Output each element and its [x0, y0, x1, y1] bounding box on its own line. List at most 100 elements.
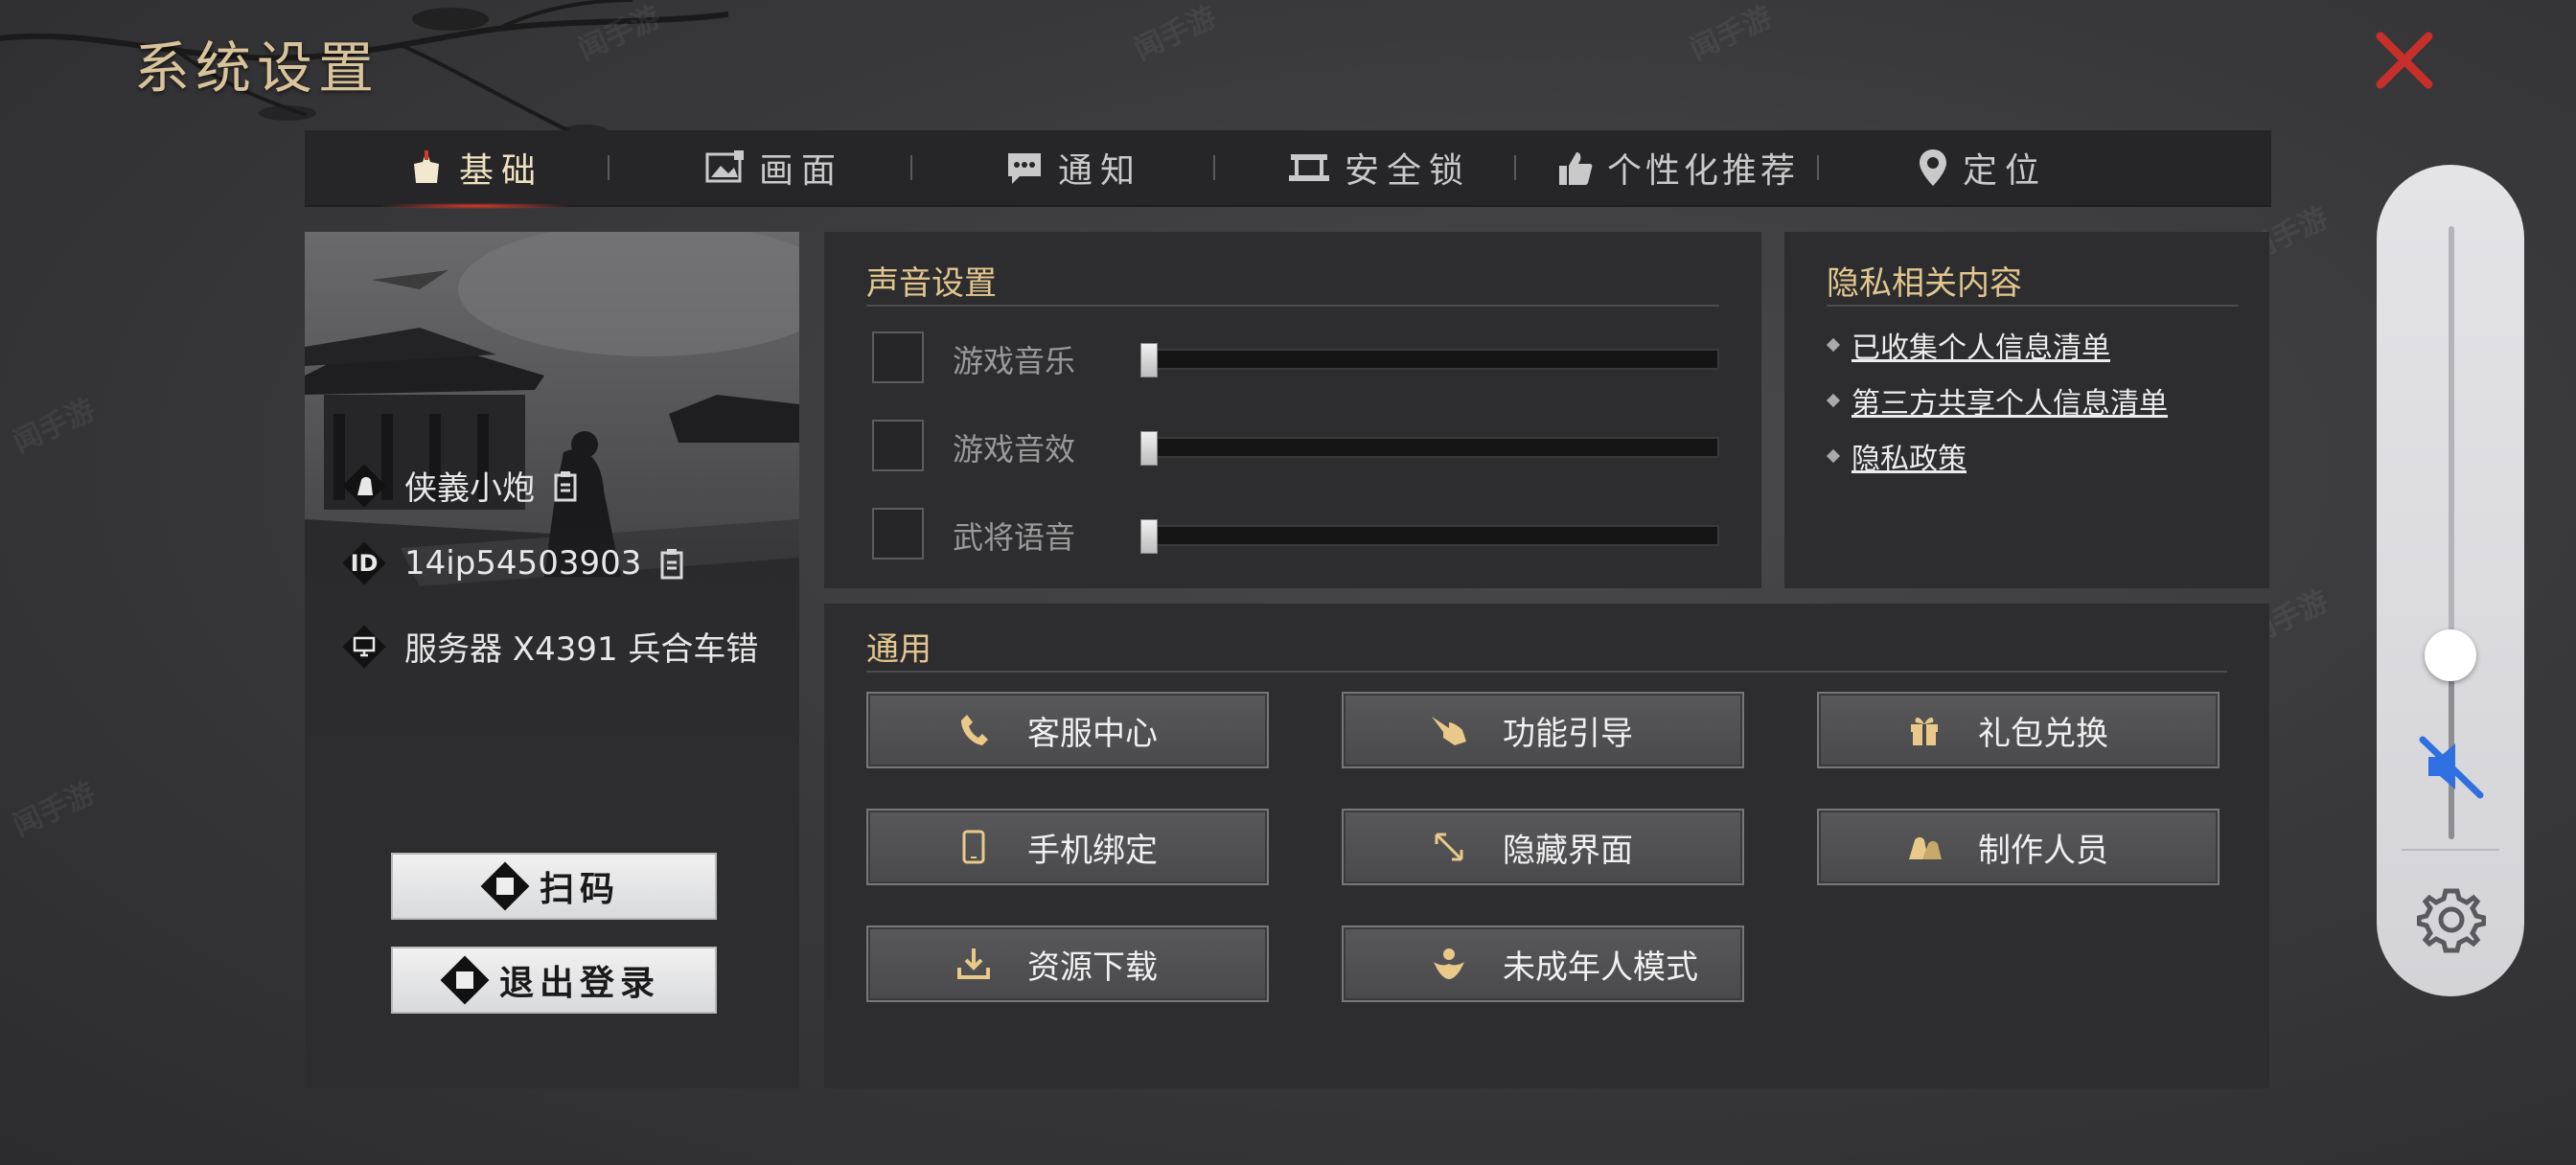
bullet-icon: [1826, 393, 1841, 408]
player-id-row: ID 14ip54503903: [343, 542, 687, 584]
profile-panel: 侠義小炮 ID 14ip54503903 服务器 X4391 兵合车错 扫码 退…: [305, 232, 799, 1088]
tab-label: 基础: [458, 151, 543, 191]
tab-bar: 基础 画面 通知 安全锁 个性化推荐 定位: [305, 130, 2271, 209]
phone-icon: [961, 715, 988, 745]
divider: [2402, 849, 2499, 851]
logout-label: 退出登录: [498, 963, 660, 1003]
gear-icon[interactable]: [2417, 885, 2486, 954]
voice-checkbox[interactable]: [872, 508, 924, 560]
hide-interface-button[interactable]: 隐藏界面: [1342, 809, 1744, 885]
customer-service-button[interactable]: 客服中心: [866, 692, 1269, 768]
logout-button[interactable]: 退出登录: [391, 947, 717, 1014]
voice-label: 武将语音: [953, 519, 1076, 556]
server-row: 服务器 X4391 兵合车错: [343, 623, 758, 670]
button-label: 资源下载: [1027, 948, 1158, 987]
divider: [1827, 305, 2239, 307]
bullet-icon: [1826, 337, 1841, 353]
copy-name-icon[interactable]: [552, 469, 581, 502]
tab-label: 画面: [758, 151, 843, 191]
location-pin-icon: [1919, 149, 1946, 186]
sfx-checkbox[interactable]: [872, 420, 924, 471]
tab-notifications[interactable]: 通知: [968, 130, 1179, 205]
server-name: 服务器 X4391 兵合车错: [404, 630, 759, 669]
slider-thumb[interactable]: [1140, 431, 1158, 466]
tab-location[interactable]: 定位: [1876, 130, 2087, 205]
tab-divider: [1817, 155, 1819, 180]
minor-mode-button[interactable]: 未成年人模式: [1342, 925, 1744, 1002]
tab-label: 安全锁: [1344, 151, 1471, 191]
server-diamond: [343, 626, 385, 668]
resize-arrow-icon: [1435, 833, 1463, 861]
divider: [866, 671, 2227, 673]
thumbs-up-icon: [1558, 152, 1593, 185]
sfx-volume-slider[interactable]: [1140, 431, 1719, 466]
button-label: 礼包兑换: [1978, 714, 2108, 753]
system-volume-panel: [2377, 165, 2524, 996]
gift-redeem-button[interactable]: 礼包兑换: [1817, 692, 2220, 768]
pointing-hand-icon: [1432, 717, 1466, 745]
privacy-panel: 隐私相关内容 已收集个人信息清单 第三方共享个人信息清单 隐私政策: [1784, 232, 2269, 588]
collected-info-link[interactable]: 已收集个人信息清单: [1826, 324, 2110, 366]
tab-graphics[interactable]: 画面: [669, 130, 880, 205]
copy-id-icon[interactable]: [658, 547, 687, 580]
id-diamond: ID: [343, 542, 385, 584]
sfx-label: 游戏音效: [953, 431, 1076, 468]
tab-basic[interactable]: 基础: [372, 130, 579, 209]
voice-volume-slider[interactable]: [1140, 519, 1719, 554]
mobile-icon: [962, 830, 985, 864]
monitor-icon: [353, 636, 376, 656]
slider-thumb[interactable]: [1140, 519, 1158, 554]
credits-button[interactable]: 制作人员: [1817, 809, 2220, 885]
avatar-icon: [357, 476, 373, 495]
tab-divider: [910, 155, 912, 180]
slider-thumb[interactable]: [1140, 343, 1158, 377]
watermark: 闻手游: [1129, 0, 1222, 68]
resource-download-button[interactable]: 资源下载: [866, 925, 1269, 1002]
tab-label: 个性化推荐: [1606, 151, 1799, 191]
player-name-row: 侠義小炮: [343, 462, 581, 509]
button-label: 客服中心: [1027, 714, 1158, 753]
divider: [866, 305, 1719, 307]
sound-settings-panel: 声音设置 游戏音乐 游戏音效 武将语音: [824, 232, 1761, 588]
scan-label: 扫码: [539, 869, 620, 909]
tab-label: 通知: [1057, 151, 1142, 191]
tab-divider: [1213, 155, 1215, 180]
volume-slider-knob[interactable]: [2425, 629, 2476, 681]
chat-icon: [1007, 153, 1041, 184]
tab-security-lock[interactable]: 安全锁: [1259, 130, 1499, 205]
third-party-sharing-link[interactable]: 第三方共享个人信息清单: [1826, 379, 2168, 422]
mute-speaker-icon[interactable]: [2417, 732, 2486, 801]
music-volume-slider[interactable]: [1140, 343, 1719, 377]
feature-guide-button[interactable]: 功能引导: [1342, 692, 1744, 768]
helmet-icon: [413, 150, 439, 183]
tab-personalized-recommendations[interactable]: 个性化推荐: [1535, 130, 1819, 205]
team-icon: [1909, 837, 1942, 859]
image-icon: [705, 150, 744, 183]
bullet-icon: [1826, 448, 1841, 464]
avatar-diamond: [343, 465, 385, 507]
scan-qr-button[interactable]: 扫码: [391, 853, 717, 920]
watermark: 闻手游: [8, 393, 101, 461]
player-name: 侠義小炮: [404, 469, 535, 508]
phone-binding-button[interactable]: 手机绑定: [866, 809, 1269, 885]
tab-divider: [608, 155, 610, 180]
tab-divider: [1514, 155, 1516, 180]
player-id: 14ip54503903: [404, 544, 642, 582]
lock-icon: [1288, 154, 1329, 181]
watermark: 闻手游: [1685, 0, 1778, 68]
gift-icon: [1911, 718, 1938, 745]
watermark: 闻手游: [8, 776, 101, 844]
button-label: 功能引导: [1503, 714, 1633, 753]
close-button[interactable]: [2373, 29, 2436, 92]
button-label: 制作人员: [1978, 831, 2108, 870]
sound-settings-title: 声音设置: [866, 264, 997, 303]
general-panel: 通用 客服中心 功能引导 礼包兑换 手机绑定 隐藏界面 制作人员 资源下载 未成…: [824, 604, 2269, 1088]
tab-label: 定位: [1962, 151, 2047, 191]
button-label: 未成年人模式: [1503, 948, 1698, 987]
music-checkbox[interactable]: [872, 331, 924, 383]
logout-icon: [440, 955, 490, 1005]
privacy-policy-link[interactable]: 隐私政策: [1826, 435, 1966, 477]
download-icon: [957, 948, 990, 979]
page-title: 系统设置: [134, 35, 380, 101]
button-label: 隐藏界面: [1503, 831, 1633, 870]
